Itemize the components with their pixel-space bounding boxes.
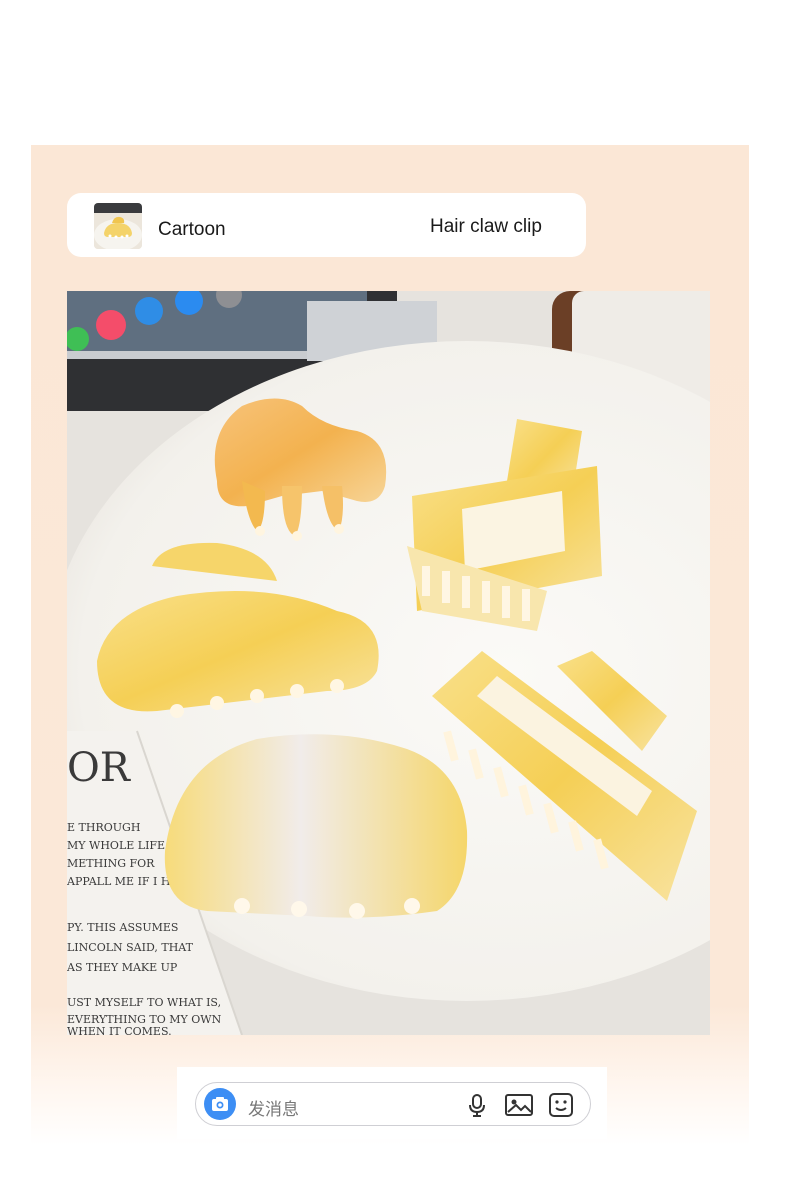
emoji-icon[interactable]: [548, 1092, 574, 1118]
product-header-card: Cartoon Hair claw clip: [67, 193, 586, 257]
book-line: METHING FOR: [67, 857, 155, 870]
camera-button[interactable]: [204, 1088, 236, 1120]
microphone-icon[interactable]: [464, 1092, 490, 1118]
book-line: WHEN IT COMES.: [67, 1025, 172, 1035]
book-line: PY. THIS ASSUMES: [67, 921, 178, 934]
book-line: E THROUGH: [67, 821, 140, 834]
image-icon[interactable]: [504, 1092, 534, 1118]
book-line: MY WHOLE LIFE: [67, 839, 165, 852]
book-line: AS THEY MAKE UP: [67, 961, 178, 974]
message-bar-area: 发消息: [177, 1067, 607, 1139]
product-photo: OR E THROUGH MY WHOLE LIFE METHING FOR A…: [67, 291, 710, 1035]
message-input-bar[interactable]: 发消息: [195, 1082, 591, 1126]
camera-icon: [212, 1097, 228, 1111]
book-line: LINCOLN SAID, THAT: [67, 941, 194, 954]
product-thumbnail[interactable]: [94, 203, 142, 249]
product-label: Hair claw clip: [430, 216, 542, 237]
message-placeholder[interactable]: 发消息: [248, 1095, 299, 1120]
book-line: UST MYSELF TO WHAT IS,: [67, 996, 221, 1009]
brand-label: Cartoon: [158, 219, 226, 240]
book-title-text: OR: [67, 745, 132, 791]
